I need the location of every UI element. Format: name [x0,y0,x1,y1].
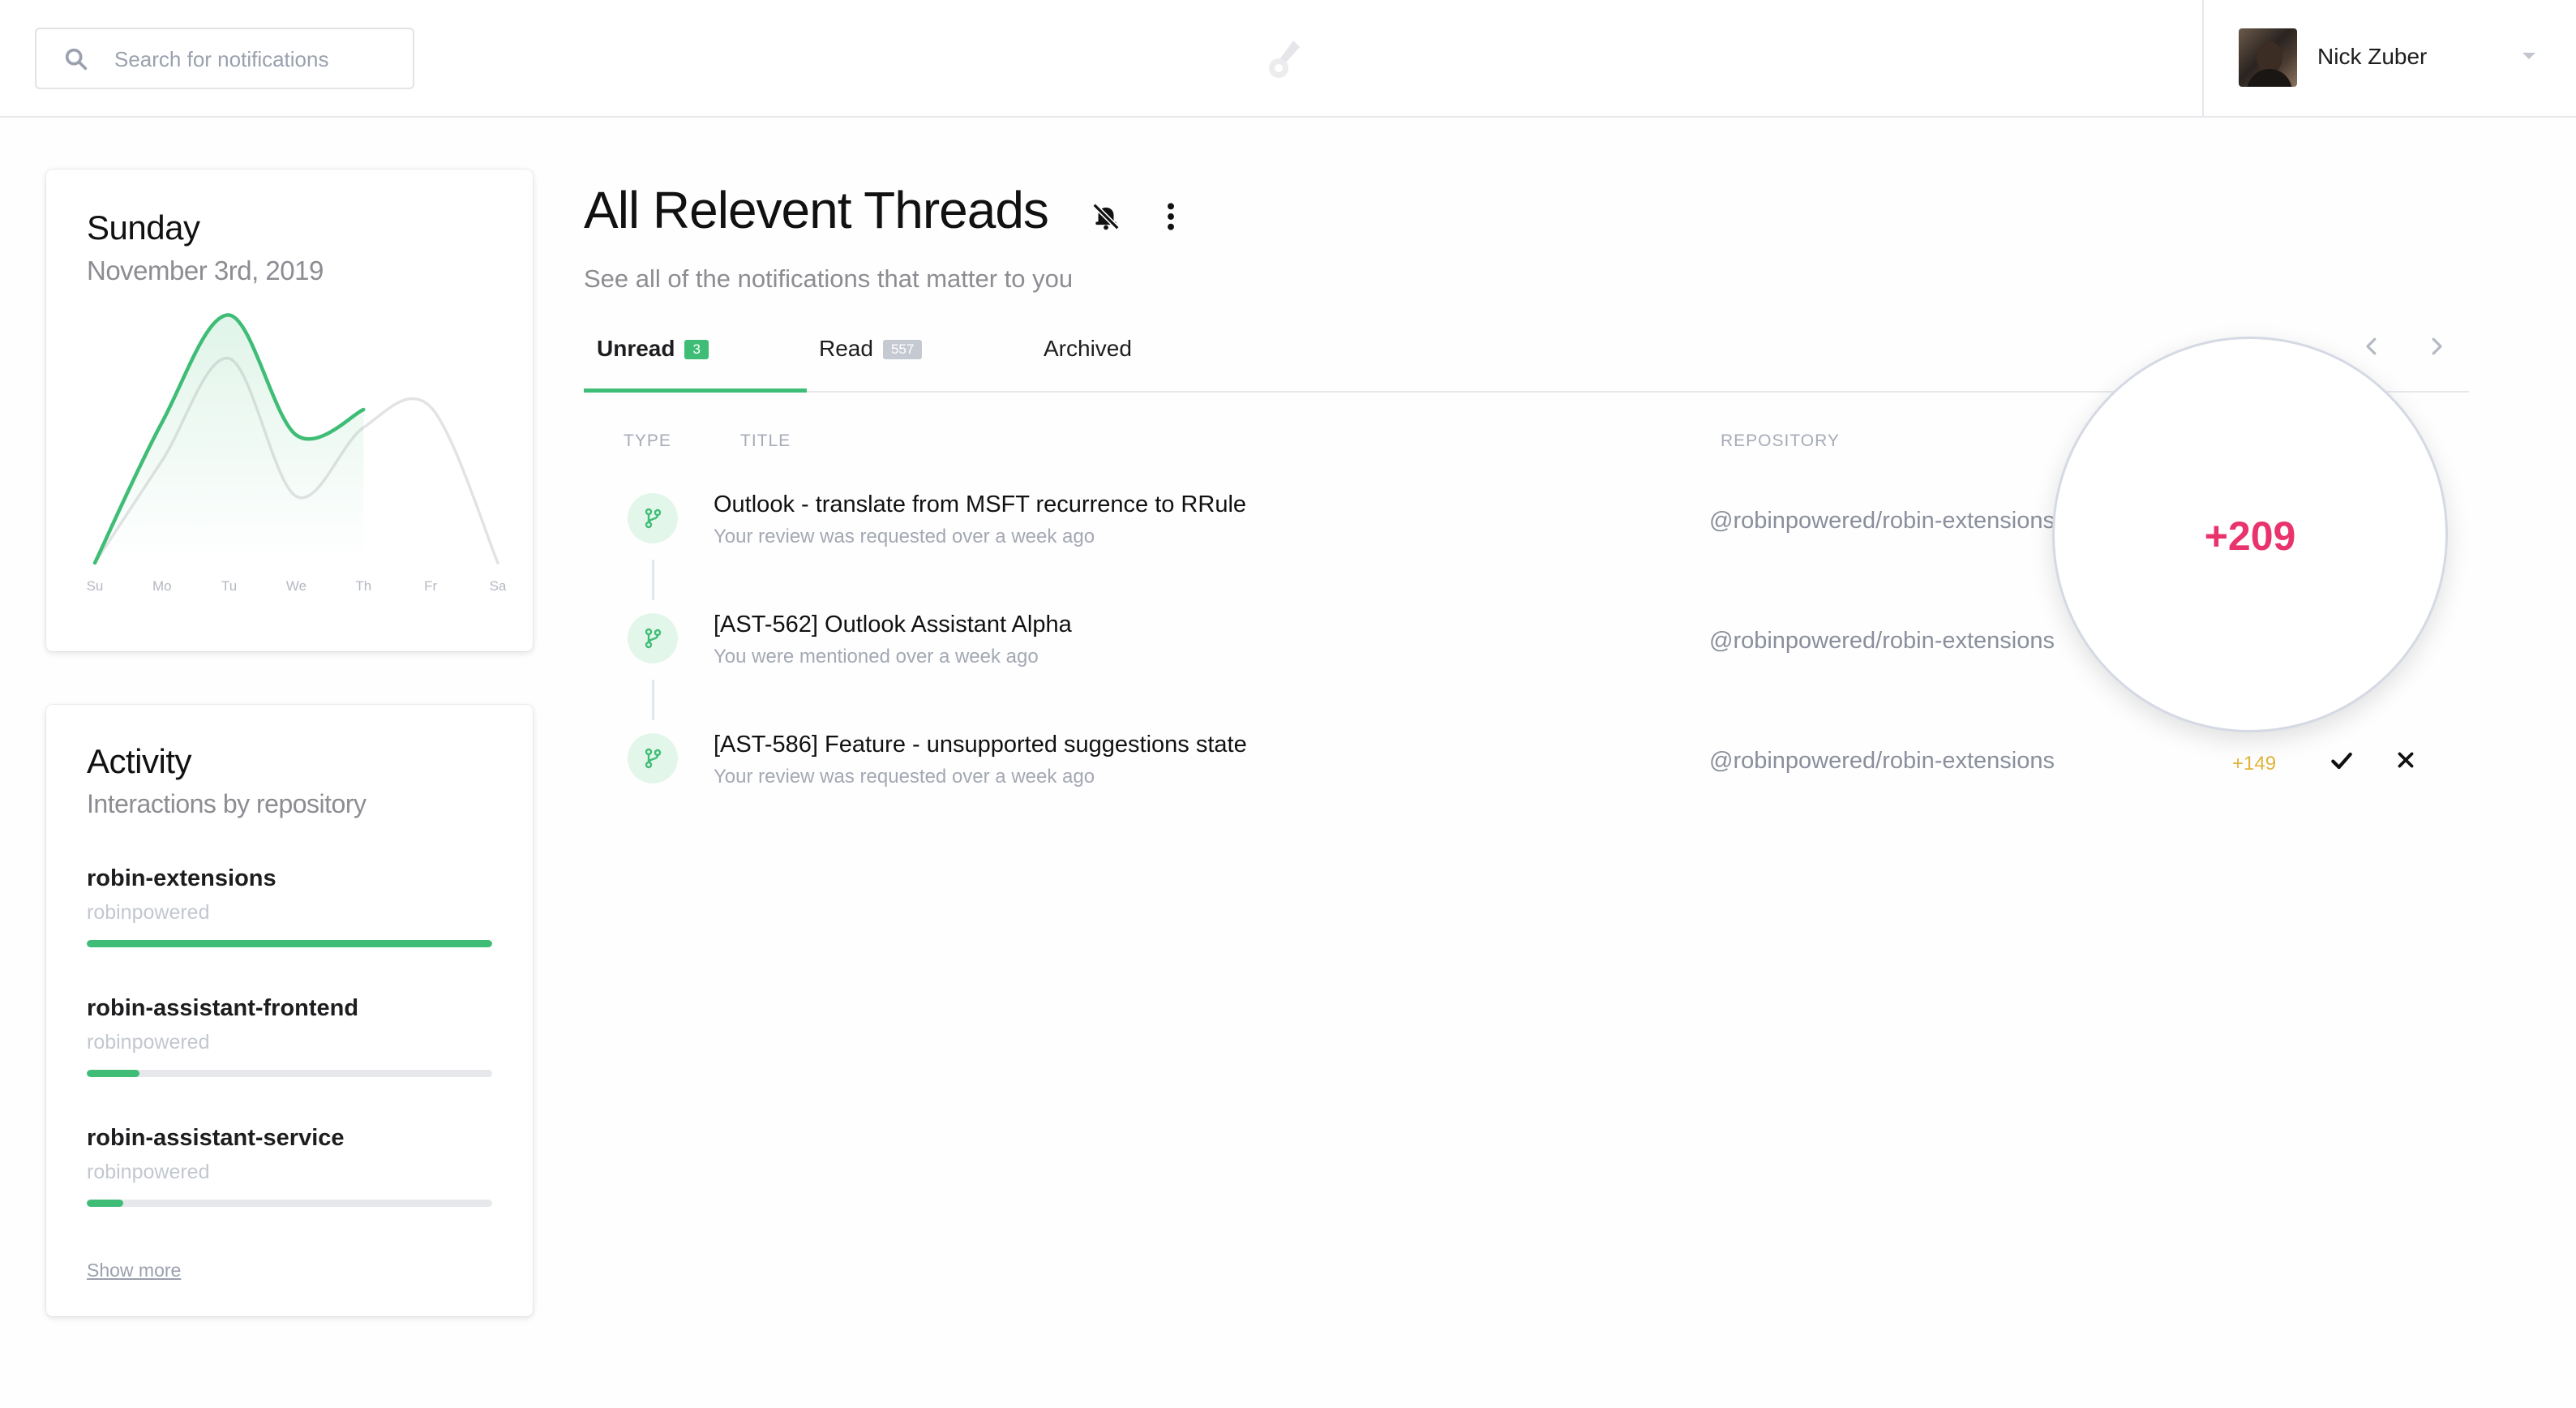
repo-org: robinpowered [87,1031,210,1054]
thread-description: Your review was requested over a week ag… [714,526,1095,547]
activity-card: Activity Interactions by repository robi… [46,705,533,1316]
more-vertical-icon[interactable] [1163,201,1179,232]
unread-count-badge: 3 [684,340,709,359]
page-subtitle: See all of the notifications that matter… [584,264,1074,293]
chevron-right-icon[interactable] [2424,334,2449,358]
git-branch-icon [645,628,662,649]
chart-x-tick-label: Sa [490,578,507,594]
pull-request-type [628,493,678,543]
repo-activity-bar [87,940,492,947]
repo-activity-fill [87,940,492,947]
day-card: Sunday November 3rd, 2019 Su Mo Tu We Th Fr Sa [46,170,533,651]
tab-label: Archived [1044,336,1132,361]
thread-activity-count: +149 [2232,753,2277,775]
chart-x-tick-label: Th [355,578,371,594]
repo-name: robin-assistant-frontend [87,995,359,1021]
repo-name: robin-extensions [87,865,276,891]
column-header-type: TYPE [624,431,671,450]
git-branch-icon [645,508,662,529]
thread-repository[interactable]: @robinpowered/robin-extensions [1709,628,2055,655]
tab-archived[interactable]: Archived [1044,336,1132,393]
activity-title: Activity [87,742,192,780]
show-more-link[interactable]: Show more [87,1260,181,1281]
thread-title[interactable]: [AST-562] Outlook Assistant Alpha [714,612,1072,638]
repo-activity-bar [87,1200,492,1207]
column-header-repository: REPOSITORY [1721,431,1840,450]
day-label: Sunday [87,208,200,247]
comet-logo-icon[interactable] [1261,36,1309,84]
search-icon [65,48,88,71]
repo-activity-fill [87,1070,139,1077]
chart-x-tick-label: We [286,578,306,594]
thread-description: You were mentioned over a week ago [714,646,1039,668]
pull-request-type [628,733,678,783]
avatar[interactable] [2239,28,2297,87]
repo-item[interactable]: robin-assistant-service robinpowered [87,1125,492,1230]
chart-x-tick-label: Fr [424,578,437,594]
read-count-badge: 557 [882,340,923,359]
pull-request-type [628,613,678,663]
user-menu[interactable]: Nick Zuber [2202,0,2576,118]
bell-off-icon[interactable] [1091,201,1121,232]
repo-org: robinpowered [87,1161,210,1183]
user-name: Nick Zuber [2317,44,2428,69]
chevron-down-icon[interactable] [2520,50,2538,62]
tab-label: Read [819,336,873,361]
magnifier-lens: +209 [2052,337,2448,732]
tab-label: Unread [597,336,675,361]
tab-read[interactable]: Read 557 [819,336,923,393]
thread-title[interactable]: [AST-586] Feature - unsupported suggesti… [714,732,1247,758]
thread-title[interactable]: Outlook - translate from MSFT recurrence… [714,492,1246,518]
chevron-left-icon[interactable] [2360,334,2384,358]
activity-subtitle: Interactions by repository [87,789,366,818]
tab-unread[interactable]: Unread 3 [584,336,807,393]
weekly-activity-chart: Su Mo Tu We Th Fr Sa [87,313,507,594]
chart-x-tick-label: Su [87,578,104,594]
check-icon[interactable] [2329,748,2355,774]
close-icon[interactable] [2395,749,2416,771]
thread-row[interactable]: [AST-586] Feature - unsupported suggesti… [584,732,2449,814]
thread-repository[interactable]: @robinpowered/robin-extensions [1709,748,2055,775]
magnified-activity-count: +209 [2204,513,2296,559]
git-branch-icon [645,748,662,769]
repo-name: robin-assistant-service [87,1125,345,1151]
page-title: All Relevent Threads [584,181,1049,239]
thread-description: Your review was requested over a week ag… [714,766,1095,788]
column-header-title: TITLE [740,431,791,450]
repo-activity-bar [87,1070,492,1077]
repo-item[interactable]: robin-extensions robinpowered [87,865,492,971]
chart-x-tick-label: Tu [221,578,237,594]
search-input[interactable] [114,42,398,76]
top-bar: Nick Zuber [0,0,2576,118]
chart-x-tick-label: Mo [152,578,172,594]
repo-activity-fill [87,1200,123,1207]
thread-repository[interactable]: @robinpowered/robin-extensions [1709,508,2055,534]
chart-area-fill [95,315,364,563]
search-box[interactable] [35,28,414,89]
repo-org: robinpowered [87,901,210,924]
date-label: November 3rd, 2019 [87,255,324,285]
repo-item[interactable]: robin-assistant-frontend robinpowered [87,995,492,1101]
